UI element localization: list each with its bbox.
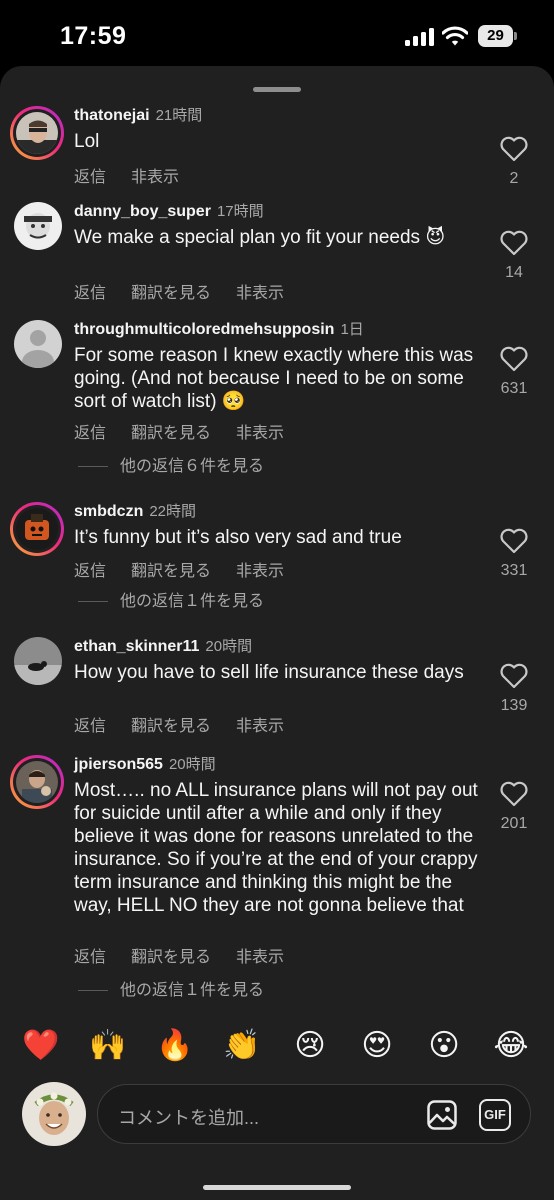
battery-level: 29 <box>478 25 513 47</box>
comment-time: 22時間 <box>149 503 197 520</box>
hide-button[interactable]: 非表示 <box>236 563 284 580</box>
avatar[interactable] <box>10 755 64 809</box>
like-count: 201 <box>500 815 528 832</box>
avatar[interactable] <box>10 502 64 556</box>
hide-button[interactable]: 非表示 <box>236 285 284 302</box>
comment-time: 21時間 <box>155 107 203 124</box>
emoji-heart-button[interactable]: ❤️ <box>19 1026 63 1066</box>
comment-username[interactable]: jpierson565 <box>74 756 163 773</box>
home-indicator[interactable] <box>203 1185 351 1190</box>
view-replies-label: 他の返信６件を見る <box>120 458 265 475</box>
comment-username[interactable]: throughmulticoloredmehsupposin <box>74 321 334 338</box>
emoji-laughing-button[interactable]: 😂 <box>489 1026 533 1066</box>
current-user-avatar <box>22 1082 86 1146</box>
cellular-signal-icon <box>405 28 435 46</box>
view-replies-label: 他の返信１件を見る <box>120 593 265 610</box>
comment-time: 20時間 <box>205 638 253 655</box>
emoji-surprised-button[interactable]: 😮 <box>422 1026 466 1066</box>
comment-text: Lol <box>74 131 100 152</box>
comments-sheet: thatonejai 21時間 Lol 返信 非表示 2 danny_boy_sup… <box>0 66 554 1200</box>
like-count: 331 <box>500 562 528 579</box>
avatar[interactable] <box>14 202 62 250</box>
comment-text: We make a special plan yo fit your needs… <box>74 227 446 248</box>
view-replies-label: 他の返信１件を見る <box>120 982 265 999</box>
gif-button[interactable]: GIF <box>479 1099 511 1131</box>
heart-icon[interactable] <box>499 528 529 554</box>
comment-input[interactable]: コメントを追加... GIF <box>97 1084 531 1144</box>
like-count: 14 <box>505 264 523 281</box>
see-translation-button[interactable]: 翻訳を見る <box>131 718 211 735</box>
emoji-reaction-bar: ❤️ 🙌 🔥 👏 😢 😍 😮 😂 <box>0 1026 554 1070</box>
comment-text: How you have to sell life insurance thes… <box>74 662 464 683</box>
see-translation-button[interactable]: 翻訳を見る <box>131 285 211 302</box>
heart-icon[interactable] <box>499 136 529 162</box>
comment-username[interactable]: thatonejai <box>74 107 150 124</box>
avatar[interactable] <box>10 106 64 160</box>
battery-icon: 29 <box>478 25 518 47</box>
sheet-drag-handle[interactable] <box>253 87 301 92</box>
see-translation-button[interactable]: 翻訳を見る <box>131 949 211 966</box>
comment-username[interactable]: danny_boy_super <box>74 203 211 220</box>
reply-button[interactable]: 返信 <box>74 169 106 186</box>
heart-icon[interactable] <box>499 781 529 807</box>
like-count: 139 <box>500 697 528 714</box>
comment-time: 20時間 <box>168 756 216 773</box>
comment-time: 1日 <box>340 321 364 338</box>
comment-text: Most….. no ALL insurance plans will not … <box>74 780 478 916</box>
heart-icon[interactable] <box>499 346 529 372</box>
like-count: 2 <box>509 170 519 187</box>
reply-button[interactable]: 返信 <box>74 949 106 966</box>
reply-button[interactable]: 返信 <box>74 425 106 442</box>
comment-composer: コメントを追加... GIF <box>0 1082 554 1152</box>
hide-button[interactable]: 非表示 <box>236 718 284 735</box>
status-bar: 17:59 29 <box>0 0 554 70</box>
reply-button[interactable]: 返信 <box>74 718 106 735</box>
reply-button[interactable]: 返信 <box>74 563 106 580</box>
emoji-clap-button[interactable]: 👏 <box>220 1026 264 1066</box>
view-replies-button[interactable]: 他の返信１件を見る <box>78 976 264 1000</box>
comment-text: For some reason I knew exactly where thi… <box>74 345 474 412</box>
hide-button[interactable]: 非表示 <box>236 425 284 442</box>
like-count: 631 <box>500 380 528 397</box>
emoji-crying-button[interactable]: 😢 <box>288 1026 332 1066</box>
hide-button[interactable]: 非表示 <box>131 169 179 186</box>
avatar[interactable] <box>14 637 62 685</box>
image-picker-icon[interactable] <box>426 1099 458 1131</box>
reply-button[interactable]: 返信 <box>74 285 106 302</box>
view-replies-button[interactable]: 他の返信１件を見る <box>78 587 264 611</box>
status-time: 17:59 <box>60 22 127 50</box>
see-translation-button[interactable]: 翻訳を見る <box>131 563 211 580</box>
hide-button[interactable]: 非表示 <box>236 949 284 966</box>
comment-text: It’s funny but it’s also very sad and tr… <box>74 527 402 548</box>
emoji-heart-eyes-button[interactable]: 😍 <box>355 1026 399 1066</box>
see-translation-button[interactable]: 翻訳を見る <box>131 425 211 442</box>
heart-icon[interactable] <box>499 663 529 689</box>
emoji-fire-button[interactable]: 🔥 <box>153 1026 197 1066</box>
emoji-raised-hands-button[interactable]: 🙌 <box>86 1026 130 1066</box>
heart-icon[interactable] <box>499 230 529 256</box>
comment-username[interactable]: smbdczn <box>74 503 143 520</box>
comment-username[interactable]: ethan_skinner11 <box>74 638 199 655</box>
comment-time: 17時間 <box>216 203 264 220</box>
wifi-icon <box>442 26 468 46</box>
view-replies-button[interactable]: 他の返信６件を見る <box>78 452 264 476</box>
avatar[interactable] <box>14 320 62 368</box>
comment-input-placeholder: コメントを追加... <box>118 1108 260 1128</box>
